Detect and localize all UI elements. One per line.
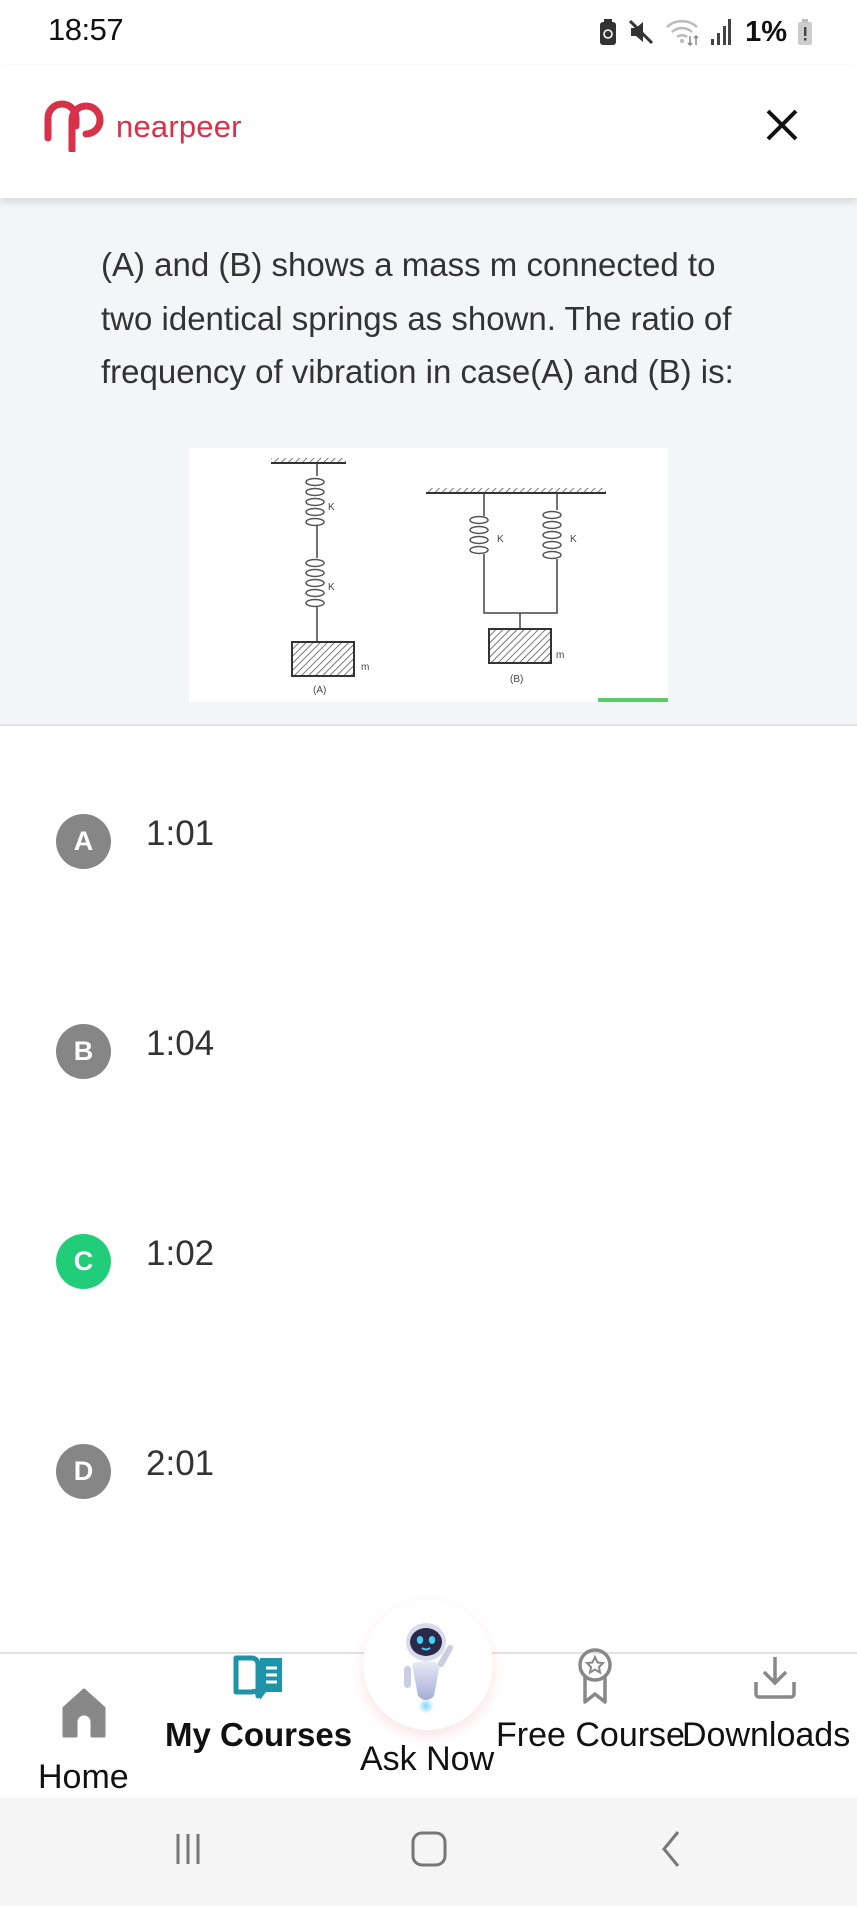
question-text: (A) and (B) shows a mass m connected to … [101, 246, 734, 390]
spring-label-b1: K [497, 534, 504, 545]
nav-label: Downloads [682, 1716, 851, 1754]
home-system-button[interactable] [408, 1828, 450, 1875]
nav-label: Home [38, 1758, 129, 1796]
option-badge: B [56, 1024, 111, 1079]
home-icon [62, 1688, 106, 1738]
back-icon [662, 1831, 680, 1867]
option-badge-correct: C [56, 1234, 111, 1289]
nearpeer-logo-icon [42, 96, 108, 157]
recents-icon [176, 1834, 200, 1864]
close-icon [766, 109, 798, 141]
nearpeer-logo[interactable]: nearpeer [42, 96, 242, 157]
caption-a: (A) [313, 685, 326, 696]
battery-saver-icon [599, 19, 617, 45]
spring-b-left [469, 515, 489, 555]
mass-label-b: m [556, 650, 564, 661]
option-text: 1:04 [146, 1024, 215, 1063]
nav-label: Ask Now [360, 1740, 495, 1778]
option-text: 1:02 [146, 1234, 215, 1273]
book-icon [233, 1655, 282, 1700]
battery-low-icon [797, 19, 813, 45]
option-text: 1:01 [146, 814, 215, 853]
option-text: 2:01 [146, 1444, 215, 1483]
close-button[interactable] [759, 102, 805, 148]
option-a[interactable]: A 1:01 [0, 814, 857, 964]
nav-item-free-course[interactable]: Free Course [494, 1648, 694, 1794]
status-time: 18:57 [48, 12, 124, 47]
download-icon [754, 1657, 796, 1699]
nav-item-home[interactable]: Home [30, 1674, 150, 1796]
question-area: (A) and (B) shows a mass m connected to … [0, 198, 857, 726]
signal-icon [711, 19, 732, 45]
nav-item-downloads[interactable]: Downloads [680, 1654, 857, 1794]
diagram-a: K K m (A) [271, 458, 369, 696]
spring-diagram: K K m (A) K K m (B) [189, 448, 668, 702]
image-load-indicator [598, 698, 668, 702]
ask-now-button[interactable] [363, 1600, 493, 1730]
mass-label-a: m [361, 662, 369, 673]
app-header: nearpeer [0, 66, 857, 198]
diagram-b: K K m (B) [426, 488, 606, 685]
option-d[interactable]: D 2:01 [0, 1444, 857, 1594]
mute-icon [627, 18, 655, 46]
system-nav-bar [0, 1798, 857, 1906]
caption-b: (B) [510, 674, 523, 685]
robot-icon [404, 1623, 453, 1714]
battery-percent: 1% [745, 15, 787, 48]
option-b[interactable]: B 1:04 [0, 1024, 857, 1174]
nav-label: Free Course [496, 1716, 685, 1754]
spring-label-b2: K [570, 534, 577, 545]
spring-a-upper [305, 477, 325, 527]
recents-button[interactable] [168, 1828, 210, 1875]
spring-label-a1: K [328, 502, 335, 513]
spring-label-a2: K [328, 582, 335, 593]
wifi-icon [665, 18, 701, 46]
status-icons: 1% [599, 16, 813, 48]
brand-name: nearpeer [116, 108, 242, 144]
option-badge: D [56, 1444, 111, 1499]
option-badge: A [56, 814, 111, 869]
nav-label-active: My Courses [165, 1716, 353, 1753]
award-icon [578, 1648, 612, 1704]
spring-b-right [542, 510, 562, 560]
back-button[interactable] [650, 1828, 692, 1875]
spring-a-lower [305, 558, 325, 608]
option-c[interactable]: C 1:02 [0, 1234, 857, 1384]
status-bar: 18:57 1% [0, 0, 857, 66]
home-button-icon [411, 1831, 447, 1867]
nav-item-my-courses[interactable]: My Courses [160, 1654, 360, 1794]
